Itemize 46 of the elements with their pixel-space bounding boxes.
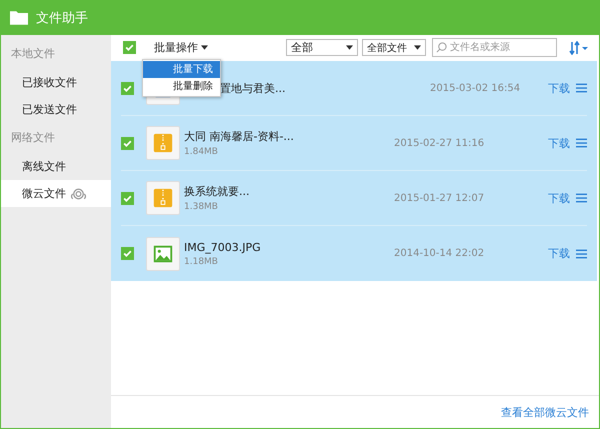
batch-dropdown[interactable]: 批量操作 [154,40,198,55]
menu-icon[interactable] [576,83,587,93]
section-heading: 本地文件 [10,46,56,62]
sidebar-item[interactable]: 微云文件 [1,180,111,207]
row-checkbox[interactable] [121,247,134,260]
select-all-checkbox[interactable] [123,41,136,54]
row-checkbox[interactable] [121,136,134,150]
zip-file-icon [152,132,174,154]
sort-icon[interactable] [569,40,589,54]
search-icon [436,42,447,53]
menu-icon[interactable] [576,138,587,148]
file-size: 1.18MB [184,256,219,266]
caret-icon [414,45,421,50]
menu-icon[interactable] [576,193,587,203]
file-date: 2015-03-02 16:54 [430,82,522,94]
file-name: 换系统就要... [184,184,250,199]
menu-item[interactable]: 批量下载 [143,61,220,78]
filter-dropdown[interactable]: 全部文件 [362,39,426,56]
search-field[interactable]: 文件名或来源 [432,38,557,57]
menu-item[interactable]: 批量删除 [143,78,220,95]
file-name: IMG_7003.JPG [184,240,262,254]
file-date: 2015-02-27 11:16 [394,138,486,148]
cloud-icon [70,188,87,200]
folder-icon [10,10,28,25]
row-checkbox[interactable] [121,192,134,204]
file-date: 2014-10-14 22:02 [394,248,486,259]
filter-dropdown[interactable]: 全部 [286,39,358,56]
menu-icon[interactable] [576,248,587,258]
file-size: 1.84MB [184,147,219,157]
caret-icon [346,45,353,50]
file-name: 大同 南海馨居-资料-... [184,129,295,144]
sidebar-item[interactable]: 已接收文件 [1,69,111,96]
row-checkbox[interactable] [121,82,134,94]
view-all-link[interactable]: 查看全部微云文件 [501,404,589,420]
sidebar-item[interactable]: 离线文件 [1,153,111,180]
file-row[interactable]: 换系统就要... 1.38MB 2015-01-27 12:07 下载 [121,171,587,226]
file-name: 置地与君美... [220,80,286,96]
sidebar-item[interactable]: 已发送文件 [1,96,111,123]
caret-icon [201,45,208,50]
window-title: 文件助手 [36,10,88,26]
file-size: 1.38MB [184,202,219,212]
file-row[interactable]: IMG_7003.JPG 1.18MB 2014-10-14 22:02 下载 [121,226,587,281]
section-heading: 网络文件 [10,130,56,146]
zip-file-icon [152,187,174,209]
file-date: 2015-01-27 12:07 [394,192,486,204]
file-row[interactable]: 大同 南海馨居-资料-... 1.84MB 2015-02-27 11:16 下载 [121,116,587,171]
